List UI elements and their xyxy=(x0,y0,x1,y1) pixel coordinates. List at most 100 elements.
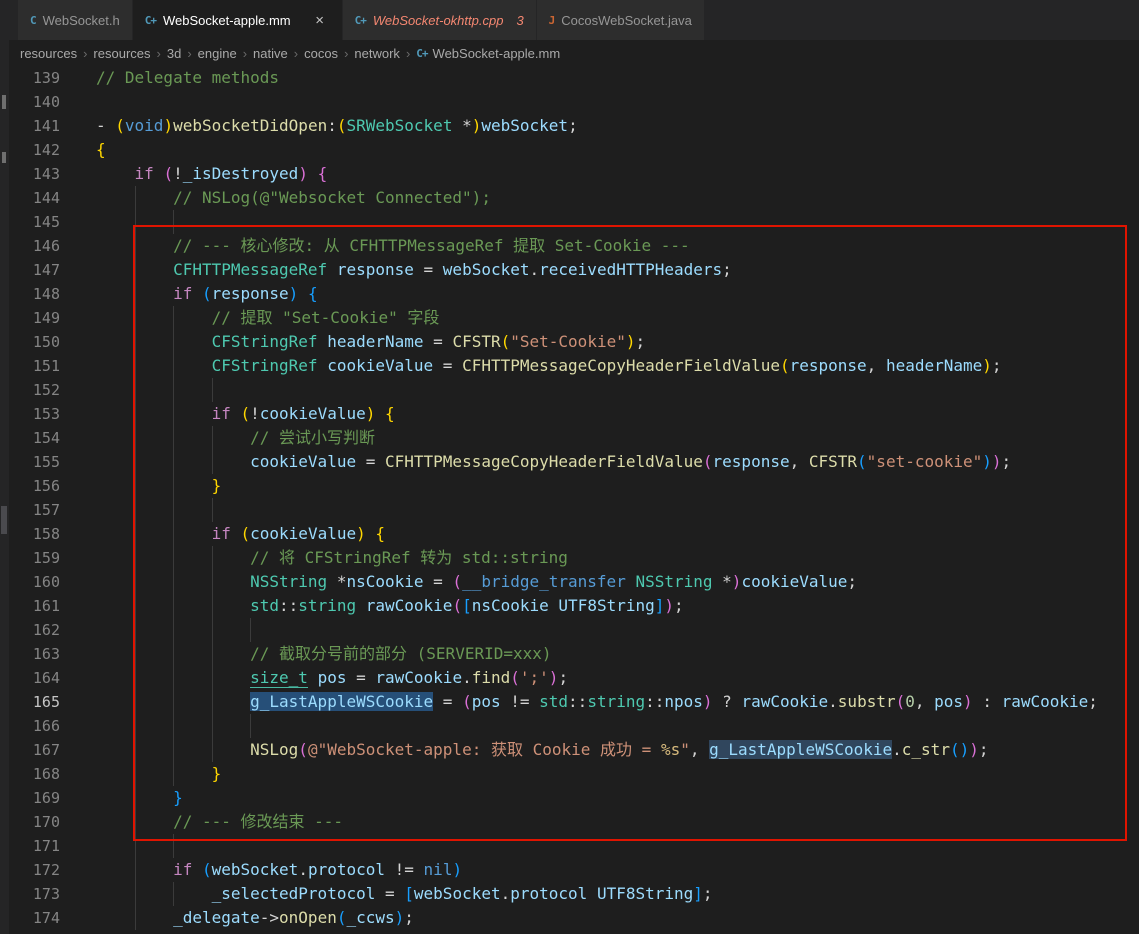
code-area[interactable]: 139// Delegate methods 140 141- (void)webS… xyxy=(0,66,1139,934)
error-count-badge: 3 xyxy=(516,12,524,28)
line-number[interactable]: 147 xyxy=(0,258,96,282)
code-line-150[interactable]: 150 CFStringRef headerName = CFSTR("Set-… xyxy=(0,330,1139,354)
breadcrumb-item-network[interactable]: network xyxy=(354,46,400,61)
line-number[interactable]: 150 xyxy=(0,330,96,354)
breadcrumb-item-file[interactable]: C+ WebSocket-apple.mm xyxy=(416,46,560,61)
breadcrumb-item-engine[interactable]: engine xyxy=(198,46,237,61)
code-line-154[interactable]: 154 // 尝试小写判断 xyxy=(0,426,1139,450)
line-number[interactable]: 146 xyxy=(0,234,96,258)
line-number[interactable]: 159 xyxy=(0,546,96,570)
line-number[interactable]: 170 xyxy=(0,810,96,834)
code-line-164[interactable]: 164 size_t pos = rawCookie.find(';'); xyxy=(0,666,1139,690)
code-line-152[interactable]: 152 xyxy=(0,378,1139,402)
line-number[interactable]: 156 xyxy=(0,474,96,498)
breadcrumb-item-resources[interactable]: resources xyxy=(93,46,150,61)
line-number[interactable]: 164 xyxy=(0,666,96,690)
code-line-content: // --- 修改结束 --- xyxy=(96,810,1139,834)
code-line-139[interactable]: 139// Delegate methods xyxy=(0,66,1139,90)
code-line-140[interactable]: 140 xyxy=(0,90,1139,114)
code-line-171[interactable]: 171 xyxy=(0,834,1139,858)
line-number[interactable]: 158 xyxy=(0,522,96,546)
line-number[interactable]: 173 xyxy=(0,882,96,906)
code-line-151[interactable]: 151 CFStringRef cookieValue = CFHTTPMess… xyxy=(0,354,1139,378)
line-number[interactable]: 167 xyxy=(0,738,96,762)
code-line-175[interactable]: 175 } xyxy=(0,930,1139,934)
line-number[interactable]: 168 xyxy=(0,762,96,786)
line-number[interactable]: 155 xyxy=(0,450,96,474)
line-number[interactable]: 169 xyxy=(0,786,96,810)
indent-guide xyxy=(173,498,175,522)
code-line-153[interactable]: 153 if (!cookieValue) { xyxy=(0,402,1139,426)
code-line-166[interactable]: 166 xyxy=(0,714,1139,738)
line-number[interactable]: 172 xyxy=(0,858,96,882)
editor[interactable]: 139// Delegate methods 140 141- (void)webS… xyxy=(0,66,1139,934)
line-number[interactable]: 162 xyxy=(0,618,96,642)
code-line-163[interactable]: 163 // 截取分号前的部分 (SERVERID=xxx) xyxy=(0,642,1139,666)
line-number[interactable]: 152 xyxy=(0,378,96,402)
code-line-162[interactable]: 162 xyxy=(0,618,1139,642)
code-line-content: if (!cookieValue) { xyxy=(96,402,1139,426)
code-line-148[interactable]: 148 if (response) { xyxy=(0,282,1139,306)
code-line-169[interactable]: 169 } xyxy=(0,786,1139,810)
code-line-142[interactable]: 142{ xyxy=(0,138,1139,162)
line-number[interactable]: 175 xyxy=(0,930,96,934)
line-number[interactable]: 142 xyxy=(0,138,96,162)
code-line-141[interactable]: 141- (void)webSocketDidOpen:(SRWebSocket… xyxy=(0,114,1139,138)
code-line-174[interactable]: 174 _delegate->onOpen(_ccws); xyxy=(0,906,1139,930)
breadcrumb-item-native[interactable]: native xyxy=(253,46,288,61)
line-number[interactable]: 148 xyxy=(0,282,96,306)
code-line-145[interactable]: 145 xyxy=(0,210,1139,234)
scrollbar-thumb[interactable] xyxy=(1,506,7,534)
breadcrumb-item-resources[interactable]: resources xyxy=(20,46,77,61)
code-line-165[interactable]: 165 g_LastAppleWSCookie = (pos != std::s… xyxy=(0,690,1139,714)
code-line-149[interactable]: 149 // 提取 "Set-Cookie" 字段 xyxy=(0,306,1139,330)
tab-websocket-h[interactable]: C WebSocket.h xyxy=(18,0,133,40)
code-line-173[interactable]: 173 _selectedProtocol = [webSocket.proto… xyxy=(0,882,1139,906)
line-number[interactable]: 161 xyxy=(0,594,96,618)
line-number[interactable]: 171 xyxy=(0,834,96,858)
code-line-159[interactable]: 159 // 将 CFStringRef 转为 std::string xyxy=(0,546,1139,570)
line-number[interactable]: 153 xyxy=(0,402,96,426)
close-icon[interactable]: × xyxy=(310,10,330,30)
line-number[interactable]: 143 xyxy=(0,162,96,186)
line-number[interactable]: 165 xyxy=(0,690,96,714)
line-number[interactable]: 174 xyxy=(0,906,96,930)
breadcrumb-item-cocos[interactable]: cocos xyxy=(304,46,338,61)
code-line-content: // NSLog(@"Websocket Connected"); xyxy=(96,186,1139,210)
code-line-144[interactable]: 144 // NSLog(@"Websocket Connected"); xyxy=(0,186,1139,210)
line-number[interactable]: 166 xyxy=(0,714,96,738)
tab-websocket-apple-mm[interactable]: C+ WebSocket-apple.mm × xyxy=(132,0,343,40)
line-number[interactable]: 151 xyxy=(0,354,96,378)
breadcrumb-item-3d[interactable]: 3d xyxy=(167,46,181,61)
line-number[interactable]: 145 xyxy=(0,210,96,234)
line-number[interactable]: 160 xyxy=(0,570,96,594)
line-number[interactable]: 157 xyxy=(0,498,96,522)
code-line-161[interactable]: 161 std::string rawCookie([nsCookie UTF8… xyxy=(0,594,1139,618)
code-line-143[interactable]: 143 if (!_isDestroyed) { xyxy=(0,162,1139,186)
line-number[interactable]: 139 xyxy=(0,66,96,90)
code-line-155[interactable]: 155 cookieValue = CFHTTPMessageCopyHeade… xyxy=(0,450,1139,474)
code-line-157[interactable]: 157 xyxy=(0,498,1139,522)
line-number[interactable]: 163 xyxy=(0,642,96,666)
code-line-content: g_LastAppleWSCookie = (pos != std::strin… xyxy=(96,690,1139,714)
code-line-170[interactable]: 170 // --- 修改结束 --- xyxy=(0,810,1139,834)
tab-cocoswebsocket-java[interactable]: J CocosWebSocket.java xyxy=(536,0,705,40)
code-line-content: CFStringRef headerName = CFSTR("Set-Cook… xyxy=(96,330,1139,354)
line-number[interactable]: 140 xyxy=(0,90,96,114)
line-number[interactable]: 144 xyxy=(0,186,96,210)
code-line-147[interactable]: 147 CFHTTPMessageRef response = webSocke… xyxy=(0,258,1139,282)
tab-websocket-okhttp-cpp[interactable]: C+ WebSocket-okhttp.cpp 3 xyxy=(342,0,537,40)
code-line-158[interactable]: 158 if (cookieValue) { xyxy=(0,522,1139,546)
code-line-168[interactable]: 168 } xyxy=(0,762,1139,786)
code-line-156[interactable]: 156 } xyxy=(0,474,1139,498)
code-line-146[interactable]: 146 // --- 核心修改: 从 CFHTTPMessageRef 提取 S… xyxy=(0,234,1139,258)
indent-guide xyxy=(134,618,136,642)
code-line-172[interactable]: 172 if (webSocket.protocol != nil) xyxy=(0,858,1139,882)
code-line-content: size_t pos = rawCookie.find(';'); xyxy=(96,666,1139,690)
vscode-window: C WebSocket.h C+ WebSocket-apple.mm × C+ WebSo… xyxy=(0,0,1139,934)
line-number[interactable]: 149 xyxy=(0,306,96,330)
code-line-167[interactable]: 167 NSLog(@"WebSocket-apple: 获取 Cookie 成… xyxy=(0,738,1139,762)
line-number[interactable]: 154 xyxy=(0,426,96,450)
code-line-160[interactable]: 160 NSString *nsCookie = (__bridge_trans… xyxy=(0,570,1139,594)
line-number[interactable]: 141 xyxy=(0,114,96,138)
